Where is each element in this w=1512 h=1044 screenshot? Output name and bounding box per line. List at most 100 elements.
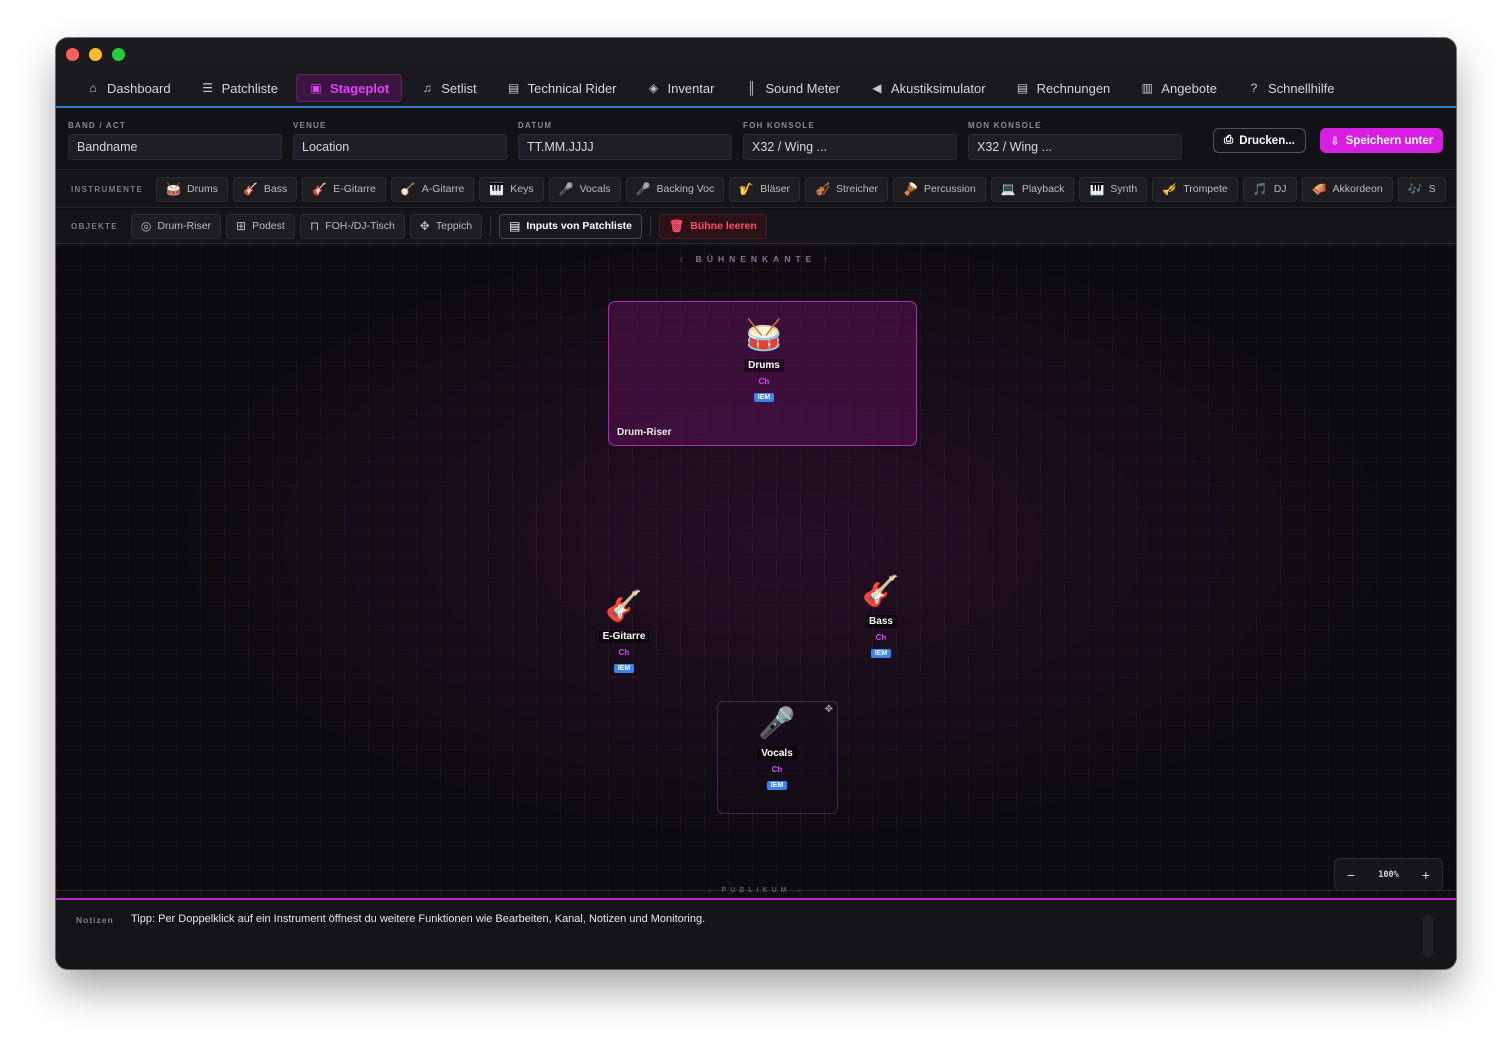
add-carpet-button[interactable]: ✥ Teppich [409, 213, 483, 239]
microphone-icon: 🎤 [758, 707, 796, 740]
drum-icon: 🥁 [745, 319, 783, 352]
close-window-button[interactable] [66, 48, 79, 61]
drum-riser-label: Drum-Riser [617, 427, 672, 438]
foh-console-input[interactable]: X32 / Wing ... [743, 134, 957, 160]
nav-inventar[interactable]: ◈ Inventar [635, 74, 727, 102]
drum-icon: 🥁 [166, 182, 182, 196]
title-bar [56, 38, 1456, 70]
music-note-icon: 🎵 [1252, 182, 1268, 196]
venue-input[interactable]: Location [293, 134, 507, 160]
nav-dashboard[interactable]: ⌂ Dashboard [74, 74, 183, 102]
band-input[interactable]: Bandname [68, 134, 282, 160]
date-field-group: DATUM TT.MM.JJJJ [518, 121, 732, 160]
add-bass-button[interactable]: 🎸 Bass [232, 176, 298, 202]
date-label: DATUM [518, 121, 553, 130]
stage-icon: ▣ [310, 81, 322, 95]
table-icon: ⊓ [309, 219, 320, 233]
channel-label: Ch [618, 648, 630, 657]
add-trompete-button[interactable]: 🎺 Trompete [1152, 176, 1238, 202]
add-e-gitarre-button[interactable]: 🎸 E-Gitarre [302, 176, 386, 202]
document-icon: ▤ [509, 219, 521, 233]
objects-label: OBJEKTE [71, 221, 118, 231]
add-drums-button[interactable]: 🥁 Drums [156, 176, 228, 202]
acoustic-guitar-icon: 🪕 [400, 182, 416, 196]
channel-label: Ch [875, 633, 887, 642]
print-button[interactable]: ⎙ Drucken... [1213, 128, 1306, 153]
instrument-name: Vocals [757, 747, 797, 760]
nav-schnellhilfe[interactable]: ? Schnellhilfe [1235, 74, 1347, 102]
audience-label: ↓ PUBLIKUM ↓ [708, 887, 804, 894]
add-drum-riser-button[interactable]: ◎ Drum-Riser [130, 213, 222, 239]
move-icon: ✥ [419, 219, 430, 233]
save-as-button[interactable]: ⇩ Speichern unter [1320, 128, 1444, 153]
mon-console-input[interactable]: X32 / Wing ... [968, 134, 1182, 160]
iem-badge: IEM [613, 664, 635, 673]
list-icon: ☰ [202, 81, 213, 95]
header-fields: BAND / ACT Bandname VENUE Location DATUM… [56, 110, 1456, 170]
add-podest-button[interactable]: ⊞ Podest [226, 213, 295, 239]
stage-instrument-e-gitarre[interactable]: 🎸 E-Gitarre Ch IEM [584, 590, 664, 675]
clear-stage-button[interactable]: 🗑 Bühne leeren [659, 213, 767, 239]
add-more-instrument-button[interactable]: 🎶 S [1397, 176, 1446, 202]
notes-label: Notizen [76, 915, 114, 925]
add-akkordeon-button[interactable]: 🪗 Akkordeon [1301, 176, 1393, 202]
venue-label: VENUE [293, 121, 327, 130]
trumpet-icon: 🎺 [1162, 182, 1178, 196]
toolbar-divider [650, 216, 652, 236]
add-a-gitarre-button[interactable]: 🪕 A-Gitarre [390, 176, 475, 202]
import-inputs-button[interactable]: ▤ Inputs von Patchliste [499, 213, 643, 239]
nav-stageplot[interactable]: ▣ Stageplot [295, 74, 403, 102]
date-input[interactable]: TT.MM.JJJJ [518, 134, 732, 160]
stage-instrument-bass[interactable]: 🎸 Bass Ch IEM [841, 575, 921, 660]
zoom-out-button[interactable]: − [1347, 867, 1355, 883]
stage-instrument-drums[interactable]: 🥁 Drums Ch IEM [724, 319, 804, 404]
waveform-icon: ║ [747, 81, 756, 95]
stage-canvas[interactable]: ↑ BÜHNENKANTE ↑ Drum-Riser 🥁 Drums Ch IE… [56, 245, 1456, 898]
add-blaeser-button[interactable]: 🎷 Bläser [729, 176, 800, 202]
add-synth-button[interactable]: 🎹 Synth [1079, 176, 1148, 202]
object-toolbar: OBJEKTE ◎ Drum-Riser ⊞ Podest ⊓ FOH-/DJ-Tis… [56, 209, 1456, 244]
notes-text[interactable]: Tipp: Per Doppelklick auf ein Instrument… [131, 913, 705, 925]
iem-badge: IEM [870, 649, 892, 658]
add-dj-button[interactable]: 🎵 DJ [1242, 176, 1297, 202]
guitar-icon: 🎸 [242, 182, 258, 196]
add-backing-voc-button[interactable]: 🎤 Backing Voc [625, 176, 725, 202]
add-percussion-button[interactable]: 🪘 Percussion [892, 176, 986, 202]
accordion-icon: 🪗 [1311, 182, 1327, 196]
guitar-icon: 🎸 [605, 590, 643, 623]
add-foh-dj-table-button[interactable]: ⊓ FOH-/DJ-Tisch [299, 213, 405, 239]
nav-angebote[interactable]: ▥ Angebote [1128, 74, 1229, 102]
nav-rechnungen[interactable]: ▤ Rechnungen [1004, 74, 1123, 102]
toolbar-divider [490, 216, 492, 236]
add-streicher-button[interactable]: 🎻 Streicher [805, 176, 888, 202]
add-vocals-button[interactable]: 🎤 Vocals [548, 176, 621, 202]
move-icon[interactable]: ✥ [825, 704, 833, 715]
nav-setlist[interactable]: ♫ Setlist [408, 74, 488, 102]
add-keys-button[interactable]: 🎹 Keys [479, 176, 544, 202]
instruments-label: INSTRUMENTE [71, 184, 144, 194]
mon-label: MON KONSOLE [968, 121, 1042, 130]
add-playback-button[interactable]: 💻 Playback [990, 176, 1075, 202]
nav-akustiksimulator[interactable]: ◀ Akustiksimulator [858, 74, 998, 102]
foh-label: FOH KONSOLE [743, 121, 815, 130]
venue-field-group: VENUE Location [293, 121, 507, 160]
zoom-window-button[interactable] [112, 48, 125, 61]
percussion-icon: 🪘 [902, 182, 918, 196]
music-list-icon: ♫ [422, 81, 432, 95]
microphone-icon: 🎤 [558, 182, 574, 196]
foh-field-group: FOH KONSOLE X32 / Wing ... [743, 121, 957, 160]
nav-sound-meter[interactable]: ║ Sound Meter [732, 74, 851, 102]
zoom-in-button[interactable]: + [1422, 867, 1430, 883]
stage-instrument-vocals[interactable]: 🎤 Vocals Ch IEM [737, 707, 817, 792]
microphone-icon: 🎤 [635, 182, 651, 196]
nav-patchliste[interactable]: ☰ Patchliste [189, 74, 290, 102]
keyboard-icon: 🎹 [489, 182, 505, 196]
notes-scrollbar[interactable] [1423, 914, 1433, 958]
violin-icon: 🎻 [815, 182, 830, 196]
nav-technical-rider[interactable]: ▤ Technical Rider [495, 74, 629, 102]
minimize-window-button[interactable] [89, 48, 102, 61]
music-notes-icon: 🎶 [1407, 182, 1423, 196]
printer-icon: ⎙ [1224, 134, 1234, 146]
trash-icon: 🗑 [669, 219, 685, 233]
instrument-name: Bass [865, 615, 897, 628]
